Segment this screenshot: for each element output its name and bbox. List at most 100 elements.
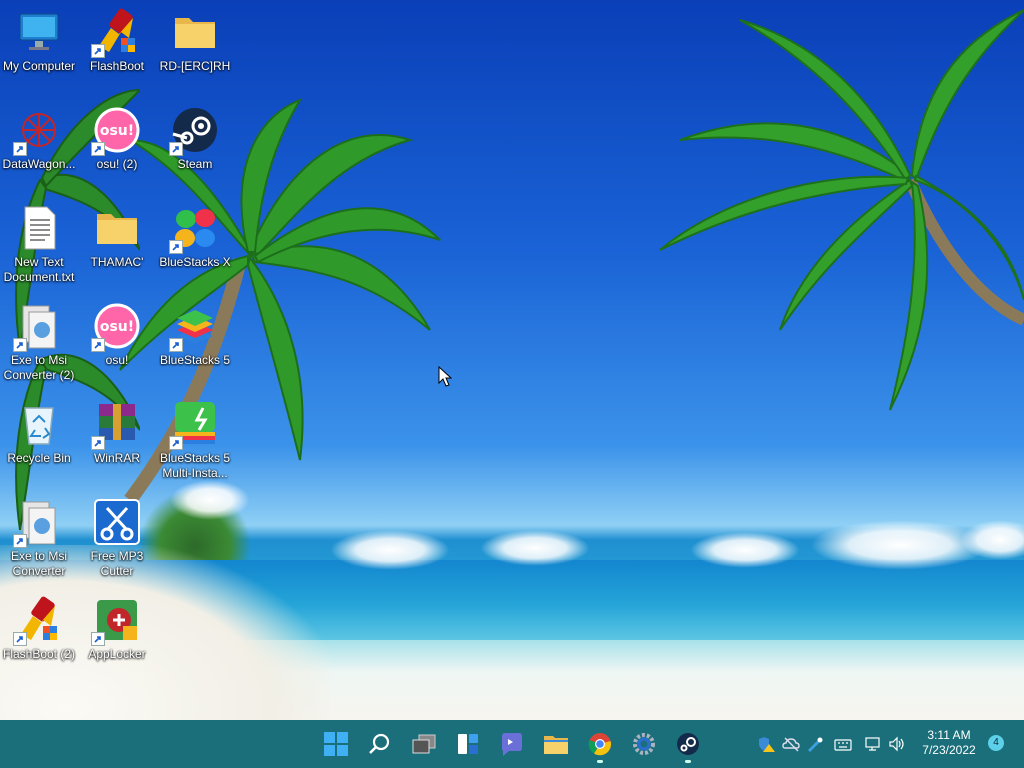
steam-button[interactable] <box>672 728 704 763</box>
clock-time: 3:11 AM <box>927 728 971 742</box>
shortcut-arrow-icon <box>91 44 105 58</box>
desktop-icon-bluestacks-x[interactable]: BlueStacks X <box>156 204 234 270</box>
recycle-bin-icon <box>15 400 63 448</box>
desktop-icon-free-mp3-cutter[interactable]: Free MP3 Cutter <box>78 498 156 579</box>
desktop-icon-label: My Computer <box>2 59 76 73</box>
text-document-icon <box>15 204 63 252</box>
osu-icon: osu! <box>91 106 141 156</box>
folder-icon <box>544 736 568 754</box>
start-button[interactable] <box>320 728 352 760</box>
desktop-icon-label: BlueStacks 5 <box>159 353 231 367</box>
desktop-icon-new-text-document[interactable]: New Text Document.txt <box>0 204 78 285</box>
desktop-icon-datawagon[interactable]: DataWagon... <box>0 106 78 172</box>
network-icon[interactable] <box>864 736 882 752</box>
shortcut-arrow-icon <box>13 632 27 646</box>
teams-chat-button[interactable] <box>496 728 528 760</box>
chat-icon <box>502 733 522 756</box>
clock-date: 7/23/2022 <box>922 743 976 757</box>
mouse-pointer-icon <box>438 365 453 392</box>
desktop-icon-label: osu! (2) <box>96 157 138 171</box>
shortcut-arrow-icon <box>169 142 183 156</box>
desktop-icon-label: FlashBoot <box>89 59 145 73</box>
search-button[interactable] <box>364 728 396 760</box>
osu-icon: osu! <box>91 302 141 352</box>
taskbar: 3:11 AM 7/23/2022 <box>0 720 1024 768</box>
desktop-icon-bluestacks-multi-instance[interactable]: BlueStacks 5 Multi-Insta... <box>156 400 234 481</box>
svg-text:osu!: osu! <box>100 319 134 335</box>
datawagon-icon <box>13 106 63 156</box>
desktop-icon-recycle-bin[interactable]: Recycle Bin <box>0 400 78 466</box>
desktop-icon-flashboot[interactable]: FlashBoot <box>78 8 156 74</box>
chrome-icon <box>588 733 612 756</box>
desktop-icon-label: osu! <box>105 353 129 367</box>
desktop-icon-thamac[interactable]: THAMAC' <box>78 204 156 270</box>
shortcut-arrow-icon <box>91 338 105 352</box>
desktop-icon-label: Exe to Msi Converter <box>10 549 67 578</box>
desktop-icon-label: Steam <box>177 157 213 171</box>
defender-warning-icon[interactable] <box>758 736 776 752</box>
desktop-icon-osu-2[interactable]: osu! osu! (2) <box>78 106 156 172</box>
desktop-icon-label: BlueStacks X <box>159 255 231 269</box>
shortcut-arrow-icon <box>13 338 27 352</box>
keyboard-icon[interactable] <box>834 736 852 752</box>
desktop-icon-label: THAMAC' <box>90 255 144 269</box>
settings-button[interactable] <box>628 728 660 760</box>
shortcut-arrow-icon <box>13 142 27 156</box>
running-indicator <box>685 760 691 763</box>
desktop-icon-label: DataWagon... <box>2 157 76 171</box>
folder-icon <box>93 204 141 252</box>
desktop-icon-exe-to-msi[interactable]: Exe to Msi Converter <box>0 498 78 579</box>
onedrive-icon[interactable] <box>782 736 800 752</box>
svg-text:osu!: osu! <box>100 123 134 139</box>
desktop-icon-my-computer[interactable]: My Computer <box>0 8 78 74</box>
desktop-icon-label: Free MP3 Cutter <box>90 549 144 578</box>
desktop-icon-exe-to-msi-2[interactable]: Exe to Msi Converter (2) <box>0 302 78 383</box>
search-icon <box>369 733 390 754</box>
folder-icon <box>171 8 219 56</box>
monitor-icon <box>15 8 63 56</box>
desktop-icon-label: BlueStacks 5 Multi-Insta... <box>159 451 231 480</box>
desktop-icon-label: WinRAR <box>93 451 140 465</box>
shortcut-arrow-icon <box>91 142 105 156</box>
shortcut-arrow-icon <box>13 534 27 548</box>
file-explorer-button[interactable] <box>540 728 572 760</box>
flashboot-icon <box>91 8 141 58</box>
widgets-icon <box>458 734 478 754</box>
exe-to-msi-icon <box>13 498 63 548</box>
task-view-icon <box>412 734 436 754</box>
widgets-button[interactable] <box>452 728 484 760</box>
running-indicator <box>597 760 603 763</box>
chrome-button[interactable] <box>584 728 616 763</box>
volume-icon[interactable] <box>888 736 906 752</box>
desktop-icon-steam[interactable]: Steam <box>156 106 234 172</box>
desktop-icon-rd-erc-rh[interactable]: RD-[ERC]RH <box>156 8 234 74</box>
steam-icon <box>677 733 699 755</box>
desktop-icon-bluestacks-5[interactable]: BlueStacks 5 <box>156 302 234 368</box>
clock[interactable]: 3:11 AM 7/23/2022 <box>918 728 980 758</box>
scissors-icon <box>93 498 141 546</box>
desktop-icon-label: Recycle Bin <box>7 451 71 465</box>
shortcut-arrow-icon <box>169 436 183 450</box>
shortcut-arrow-icon <box>91 632 105 646</box>
pen-icon[interactable] <box>806 736 824 752</box>
shortcut-arrow-icon <box>91 436 105 450</box>
task-view-button[interactable] <box>408 728 440 760</box>
desktop-icon-osu[interactable]: osu! osu! <box>78 302 156 368</box>
shortcut-arrow-icon <box>169 338 183 352</box>
flashboot-icon <box>13 596 63 646</box>
desktop-icon-flashboot-2[interactable]: FlashBoot (2) <box>0 596 78 662</box>
bluestacks-5-icon <box>169 302 219 352</box>
desktop-icon-label: New Text Document.txt <box>3 255 75 284</box>
desktop-icon-applocker[interactable]: AppLocker <box>78 596 156 662</box>
notification-badge[interactable]: 4 <box>988 735 1004 751</box>
desktop-icon-label: FlashBoot (2) <box>2 647 76 661</box>
shortcut-arrow-icon <box>169 240 183 254</box>
bluestacks-x-icon <box>169 204 219 254</box>
desktop[interactable]: My Computer FlashBoot RD-[ERC]RH DataWag… <box>0 0 1024 720</box>
desktop-icon-label: Exe to Msi Converter (2) <box>3 353 75 382</box>
applocker-icon <box>91 596 141 646</box>
winrar-icon <box>91 400 141 450</box>
steam-icon <box>169 106 219 156</box>
bluestacks-multi-instance-icon <box>169 400 219 450</box>
desktop-icon-winrar[interactable]: WinRAR <box>78 400 156 466</box>
